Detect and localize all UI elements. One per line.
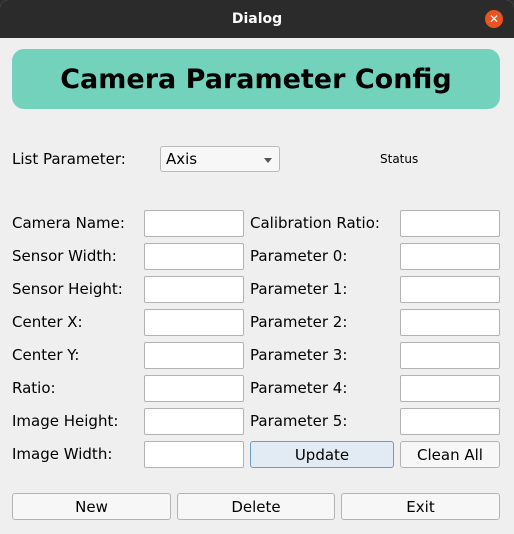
center-y-input[interactable] (144, 342, 244, 369)
list-parameter-label: List Parameter: (12, 150, 126, 168)
close-button[interactable]: ✕ (485, 10, 503, 28)
parameter-1-input[interactable] (400, 276, 500, 303)
sensor-height-input[interactable] (144, 276, 244, 303)
chevron-down-icon (264, 158, 272, 163)
header-banner: Camera Parameter Config (12, 49, 500, 109)
ratio-label: Ratio: (12, 379, 56, 397)
sensor-height-label: Sensor Height: (12, 280, 123, 298)
calibration-ratio-label: Calibration Ratio: (250, 214, 380, 232)
center-x-label: Center X: (12, 313, 83, 331)
parameter-4-label: Parameter 4: (250, 379, 348, 397)
parameter-1-label: Parameter 1: (250, 280, 348, 298)
title-bar: Dialog ✕ (0, 0, 514, 38)
status-label: Status (380, 152, 419, 166)
camera-name-label: Camera Name: (12, 214, 125, 232)
window-title: Dialog (231, 11, 283, 27)
clean-all-button[interactable]: Clean All (400, 441, 500, 468)
parameter-5-label: Parameter 5: (250, 412, 348, 430)
center-x-input[interactable] (144, 309, 244, 336)
parameter-0-label: Parameter 0: (250, 247, 348, 265)
camera-name-input[interactable] (144, 210, 244, 237)
parameter-2-label: Parameter 2: (250, 313, 348, 331)
update-button[interactable]: Update (250, 441, 394, 468)
parameter-5-input[interactable] (400, 408, 500, 435)
sensor-width-input[interactable] (144, 243, 244, 270)
parameter-2-input[interactable] (400, 309, 500, 336)
new-button[interactable]: New (12, 493, 171, 520)
center-y-label: Center Y: (12, 346, 80, 364)
list-parameter-combobox[interactable]: Axis (160, 146, 280, 172)
calibration-ratio-input[interactable] (400, 210, 500, 237)
close-icon: ✕ (488, 12, 500, 26)
image-height-label: Image Height: (12, 412, 119, 430)
image-width-input[interactable] (144, 441, 244, 468)
parameter-3-label: Parameter 3: (250, 346, 348, 364)
exit-button[interactable]: Exit (341, 493, 500, 520)
image-height-input[interactable] (144, 408, 244, 435)
list-parameter-selected: Axis (166, 150, 198, 168)
image-width-label: Image Width: (12, 445, 113, 463)
ratio-input[interactable] (144, 375, 244, 402)
parameter-3-input[interactable] (400, 342, 500, 369)
parameter-0-input[interactable] (400, 243, 500, 270)
parameter-4-input[interactable] (400, 375, 500, 402)
dialog-window: Dialog ✕ Camera Parameter Config List Pa… (0, 0, 514, 534)
sensor-width-label: Sensor Width: (12, 247, 117, 265)
delete-button[interactable]: Delete (177, 493, 335, 520)
